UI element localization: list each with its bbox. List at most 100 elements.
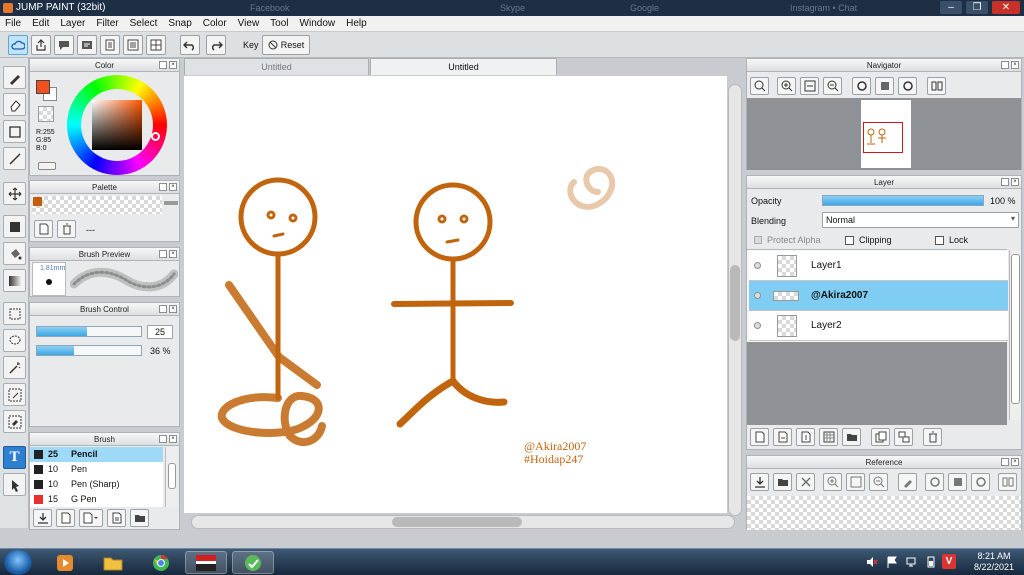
visibility-toggle[interactable]	[754, 322, 761, 329]
clipping-checkbox[interactable]	[845, 236, 854, 245]
layer-opacity-slider[interactable]	[822, 195, 984, 206]
flag-icon[interactable]	[886, 556, 898, 568]
rotate-left-icon[interactable]	[852, 77, 871, 95]
menu-layer[interactable]: Layer	[60, 18, 85, 29]
bucket-tool-icon[interactable]	[3, 242, 26, 265]
close-icon[interactable]: ×	[169, 435, 177, 443]
brush-tool-icon[interactable]	[3, 66, 26, 89]
undock-icon[interactable]	[159, 250, 167, 258]
layer-row-layer1[interactable]: Layer1	[749, 251, 1008, 281]
document-icon[interactable]	[100, 35, 120, 55]
close-icon[interactable]: ×	[169, 61, 177, 69]
text-tool-icon[interactable]: T	[3, 446, 26, 469]
system-clock[interactable]: 8:21 AM 8/22/2021	[974, 551, 1014, 573]
menu-help[interactable]: Help	[346, 18, 367, 29]
gradient-tool-icon[interactable]	[3, 269, 26, 292]
layer-list-scrollbar[interactable]	[1009, 250, 1021, 420]
undock-icon[interactable]	[1001, 178, 1009, 186]
rotate-reset-icon[interactable]	[875, 77, 894, 95]
menu-select[interactable]: Select	[130, 18, 158, 29]
menu-snap[interactable]: Snap	[168, 18, 191, 29]
line-tool-icon[interactable]	[3, 147, 26, 170]
network-icon[interactable]	[906, 556, 918, 568]
list-icon[interactable]	[123, 35, 143, 55]
undock-icon[interactable]	[1001, 61, 1009, 69]
layer-row-layer2[interactable]: Layer2	[749, 311, 1008, 341]
menu-view[interactable]: View	[238, 18, 260, 29]
hue-marker[interactable]	[151, 132, 160, 141]
halftone-layer-icon[interactable]	[819, 428, 838, 446]
export-icon[interactable]	[31, 35, 51, 55]
eyedropper-button[interactable]	[38, 162, 56, 170]
move-tool-icon[interactable]	[3, 182, 26, 205]
menu-color[interactable]: Color	[203, 18, 227, 29]
reference-rotate-reset-icon[interactable]	[948, 473, 967, 491]
menu-filter[interactable]: Filter	[96, 18, 118, 29]
palette-swatch[interactable]	[33, 197, 42, 206]
battery-icon[interactable]	[925, 556, 937, 568]
rectangle-tool-icon[interactable]	[3, 120, 26, 143]
trash-icon[interactable]	[57, 220, 76, 238]
new-8bit-layer-icon[interactable]	[773, 428, 792, 446]
brush-list-scrollbar[interactable]	[165, 447, 178, 507]
canvas-vertical-scrollbar[interactable]	[728, 84, 742, 516]
brush-item-pen[interactable]: 10 Pen	[30, 462, 163, 477]
menu-window[interactable]: Window	[300, 18, 336, 29]
delete-layer-icon[interactable]	[923, 428, 942, 446]
close-button[interactable]: ✕	[992, 1, 1020, 14]
visibility-toggle[interactable]	[754, 292, 761, 299]
transparent-color-swatch[interactable]	[38, 106, 54, 122]
brush-item-pen-sharp[interactable]: 10 Pen (Sharp)	[30, 477, 163, 492]
undock-icon[interactable]	[159, 435, 167, 443]
tab-untitled-1[interactable]: Untitled	[184, 58, 369, 75]
minimize-button[interactable]: –	[940, 1, 962, 14]
comment-icon[interactable]	[54, 35, 74, 55]
zoom-in-plus-icon[interactable]	[777, 77, 796, 95]
undock-icon[interactable]	[159, 61, 167, 69]
message-icon[interactable]	[77, 35, 97, 55]
jump-paint-taskbar-icon[interactable]	[185, 551, 227, 574]
fit-icon[interactable]	[800, 77, 819, 95]
grid-edit-icon[interactable]	[146, 35, 166, 55]
brush-item-pencil[interactable]: 25 Pencil	[30, 447, 163, 462]
reference-rotate-left-icon[interactable]	[925, 473, 944, 491]
close-icon[interactable]: ×	[169, 250, 177, 258]
brush-folder-icon[interactable]	[130, 509, 149, 527]
lasso-tool-icon[interactable]	[3, 329, 26, 352]
flip-icon[interactable]	[927, 77, 946, 95]
redo-icon[interactable]	[206, 35, 226, 55]
close-icon[interactable]: ×	[169, 305, 177, 313]
download-brush-icon[interactable]	[33, 509, 52, 527]
reference-download-icon[interactable]	[750, 473, 769, 491]
undock-icon[interactable]	[1001, 458, 1009, 466]
merge-layer-icon[interactable]	[894, 428, 913, 446]
menu-tool[interactable]: Tool	[270, 18, 288, 29]
layer-folder-icon[interactable]	[842, 428, 861, 446]
select-pen-tool-icon[interactable]	[3, 383, 26, 406]
eraser-tool-icon[interactable]	[3, 93, 26, 116]
menu-file[interactable]: File	[5, 18, 21, 29]
brush-size-value[interactable]: 25	[147, 325, 173, 339]
undo-icon[interactable]	[180, 35, 200, 55]
cloud-icon[interactable]	[8, 35, 28, 55]
volume-muted-icon[interactable]	[866, 556, 878, 568]
palette-scroll[interactable]	[164, 201, 178, 205]
media-player-icon[interactable]	[44, 551, 86, 574]
tab-untitled-2[interactable]: Untitled	[370, 58, 557, 75]
magic-wand-tool-icon[interactable]	[3, 356, 26, 379]
reference-eyedropper-icon[interactable]	[898, 473, 917, 491]
close-icon[interactable]: ×	[1011, 61, 1019, 69]
visibility-toggle[interactable]	[754, 262, 761, 269]
brush-item-g-pen[interactable]: 15 G Pen	[30, 492, 163, 507]
drawing-canvas[interactable]: @Akira2007 #Hoidap247	[184, 76, 727, 513]
drawing-app-taskbar-icon[interactable]	[232, 551, 274, 574]
zoom-out-icon[interactable]	[823, 77, 842, 95]
undock-icon[interactable]	[159, 305, 167, 313]
maximize-button[interactable]: ❐	[966, 1, 988, 14]
close-icon[interactable]: ×	[169, 183, 177, 191]
reference-close-icon[interactable]	[796, 473, 815, 491]
undock-icon[interactable]	[159, 183, 167, 191]
layer-row-akira2007[interactable]: @Akira2007	[749, 281, 1008, 311]
start-button[interactable]	[4, 550, 32, 575]
new-1bit-layer-icon[interactable]	[796, 428, 815, 446]
